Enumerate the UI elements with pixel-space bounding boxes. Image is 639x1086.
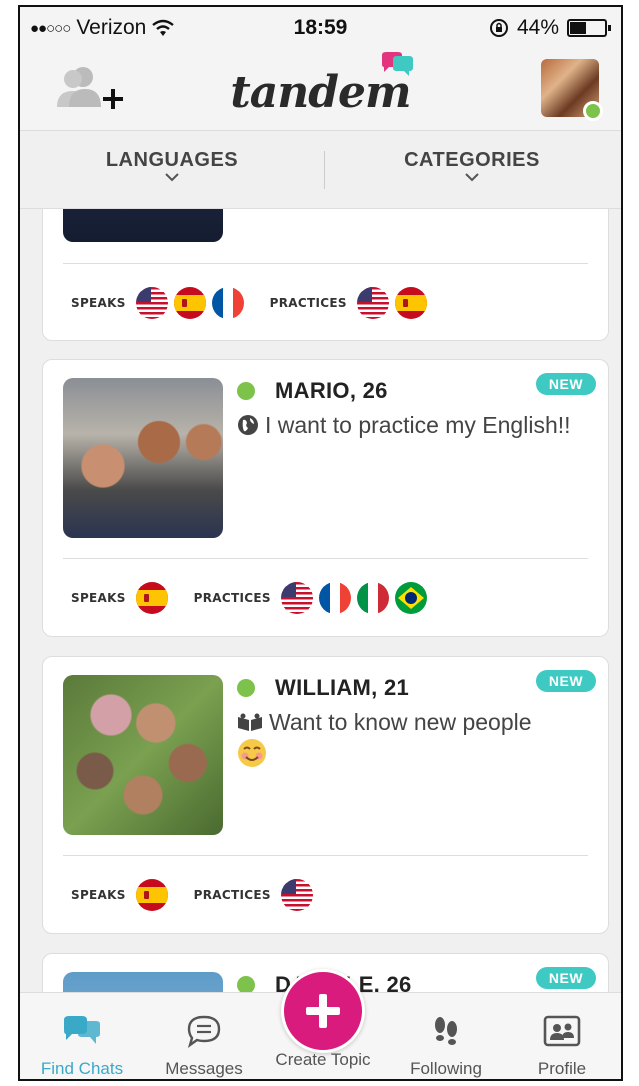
speaks-label: SPEAKS — [71, 591, 126, 605]
flag-us-icon — [357, 287, 389, 319]
rotation-lock-icon — [489, 19, 508, 37]
flag-es-icon — [395, 287, 427, 319]
partner-name: MARIO, 26 — [275, 378, 388, 403]
partner-photo — [63, 378, 223, 538]
new-badge: NEW — [536, 373, 596, 395]
partner-photo — [63, 972, 223, 992]
card-divider — [63, 263, 588, 264]
chevron-down-icon — [465, 173, 479, 182]
tab-label: Find Chats — [40, 1059, 124, 1078]
card-divider — [63, 855, 588, 856]
online-indicator — [237, 976, 255, 992]
flag-it-icon — [357, 582, 389, 614]
tab-profile[interactable]: Profile — [502, 1009, 621, 1079]
flag-es-icon — [174, 287, 206, 319]
logo-bubbles-icon — [382, 52, 413, 76]
flag-es-icon — [136, 582, 168, 614]
smiling-emoji-icon — [238, 739, 266, 767]
tab-label: Create Topic — [275, 1050, 371, 1069]
categories-filter-label: CATEGORIES — [404, 149, 540, 171]
tab-find-chats[interactable]: Find Chats — [22, 1009, 142, 1079]
battery-icon — [567, 19, 611, 37]
practices-label: PRACTICES — [193, 888, 271, 902]
plus-icon — [306, 994, 340, 1028]
flag-fr-icon — [212, 287, 244, 319]
status-bar: ●●○○○ Verizon 18:59 44% — [20, 7, 621, 49]
partner-topic: Want to know new people — [237, 706, 594, 770]
flag-es-icon — [136, 879, 168, 911]
user-online-indicator — [583, 101, 603, 121]
filter-divider — [324, 151, 325, 189]
footprints-icon — [435, 1017, 457, 1045]
partner-topic: I want to practice my English!! — [237, 409, 594, 441]
new-badge: NEW — [536, 967, 596, 989]
flag-us-icon — [281, 582, 313, 614]
online-indicator — [237, 382, 255, 400]
partner-photo — [63, 209, 223, 242]
card-divider — [63, 558, 588, 559]
language-row: SPEAKS PRACTICES — [71, 582, 427, 614]
tab-label: Profile — [537, 1059, 587, 1078]
speaks-label: SPEAKS — [71, 296, 126, 310]
phone-screen: ●●○○○ Verizon 18:59 44% tandem LANGUAGES… — [18, 5, 623, 1081]
partner-card[interactable]: SPEAKS PRACTICES — [42, 209, 609, 341]
languages-filter-label: LANGUAGES — [105, 149, 239, 171]
flag-us-icon — [281, 879, 313, 911]
partner-card[interactable]: WILLIAM, 21 NEW Want to know new people — [42, 656, 609, 934]
language-row: SPEAKS PRACTICES — [71, 879, 313, 911]
new-badge: NEW — [536, 670, 596, 692]
tab-following[interactable]: Following — [386, 1009, 506, 1079]
tab-label: Following — [410, 1059, 482, 1078]
chat-feed[interactable]: SPEAKS PRACTICES MARIO, 26 NEW I want to… — [20, 209, 621, 992]
partner-topic-text: Want to know new people — [269, 709, 532, 735]
partner-name: WILLIAM, 21 — [275, 675, 410, 700]
speaks-label: SPEAKS — [71, 888, 126, 902]
categories-filter[interactable]: CATEGORIES — [332, 149, 612, 182]
practices-label: PRACTICES — [193, 591, 271, 605]
globe-icon — [238, 415, 258, 435]
app-header: tandem — [20, 49, 621, 131]
message-icon — [187, 1015, 221, 1048]
create-topic-button[interactable] — [281, 969, 365, 1053]
partner-topic-text: I want to practice my English!! — [265, 412, 571, 438]
flag-us-icon — [136, 287, 168, 319]
online-indicator — [237, 679, 255, 697]
people-icon — [238, 713, 262, 731]
filter-bar: LANGUAGES CATEGORIES — [20, 131, 621, 209]
partner-photo — [63, 675, 223, 835]
chevron-down-icon — [165, 173, 179, 182]
chat-bubbles-icon — [64, 1016, 100, 1044]
flag-br-icon — [395, 582, 427, 614]
languages-filter[interactable]: LANGUAGES — [32, 149, 312, 182]
practices-label: PRACTICES — [269, 296, 347, 310]
battery-percent: 44% — [516, 16, 559, 39]
language-row: SPEAKS PRACTICES — [71, 287, 427, 319]
flag-fr-icon — [319, 582, 351, 614]
profile-card-icon — [543, 1015, 581, 1047]
user-avatar[interactable] — [541, 59, 603, 121]
partner-card[interactable]: MARIO, 26 NEW I want to practice my Engl… — [42, 359, 609, 637]
